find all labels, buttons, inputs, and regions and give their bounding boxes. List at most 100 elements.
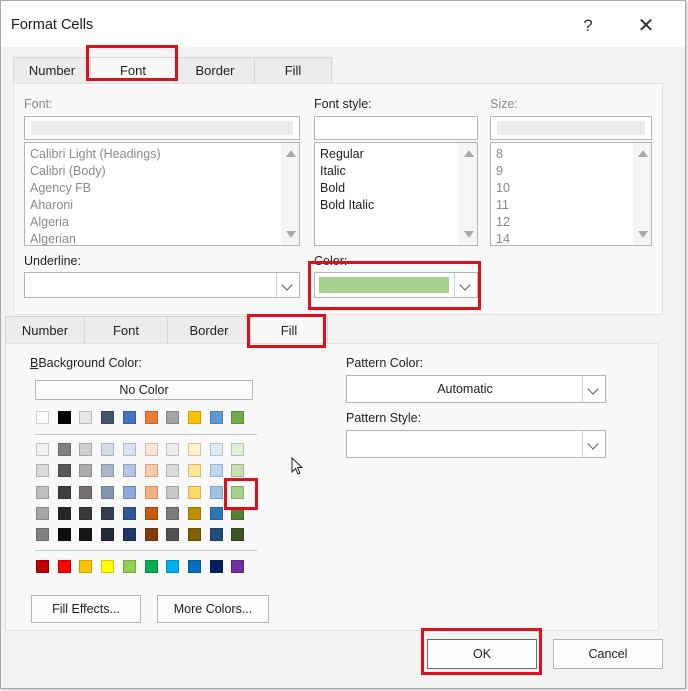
tint-color-swatch[interactable] [231, 528, 245, 542]
standard-color-swatch[interactable] [57, 560, 71, 573]
theme-color-swatch[interactable] [101, 411, 115, 424]
tint-color-swatch[interactable] [122, 506, 136, 520]
theme-color-swatch[interactable] [231, 411, 245, 424]
tint-color-swatch[interactable] [122, 485, 136, 499]
tint-color-swatch[interactable] [57, 464, 71, 478]
tint-color-swatch[interactable] [57, 506, 71, 520]
tab-font-top[interactable]: Font [90, 57, 176, 84]
tint-color-swatch[interactable] [231, 506, 245, 520]
more-colors-button[interactable]: More Colors... [157, 595, 269, 623]
font-style-item[interactable]: Bold [320, 181, 345, 195]
theme-color-swatch[interactable] [57, 411, 71, 424]
standard-color-swatch[interactable] [209, 560, 223, 573]
tint-color-swatch[interactable] [144, 528, 158, 542]
cancel-button[interactable]: Cancel [553, 639, 663, 669]
font-style-item[interactable]: Regular [320, 147, 364, 161]
tint-color-swatch[interactable] [57, 528, 71, 542]
tab-border[interactable]: Border [167, 316, 251, 345]
font-color-dropdown-arrow[interactable] [454, 273, 477, 297]
pattern-color-dropdown[interactable]: Automatic [346, 375, 606, 403]
size-item[interactable]: 9 [496, 164, 503, 178]
theme-color-swatch[interactable] [209, 411, 223, 424]
theme-color-swatch[interactable] [187, 411, 201, 424]
theme-color-swatch[interactable] [166, 411, 180, 424]
scroll-up-icon[interactable] [638, 150, 648, 157]
tint-color-swatch[interactable] [57, 443, 71, 456]
tint-color-swatch[interactable] [101, 528, 115, 542]
font-list[interactable]: Calibri Light (Headings) Calibri (Body) … [24, 142, 300, 246]
theme-color-swatch[interactable] [122, 411, 136, 424]
underline-dropdown-arrow[interactable] [276, 273, 299, 297]
no-color-button[interactable]: No Color [35, 380, 253, 400]
tint-color-swatch[interactable] [144, 464, 158, 478]
tint-color-swatch[interactable] [231, 464, 245, 478]
tint-color-swatch[interactable] [144, 443, 158, 456]
font-style-item[interactable]: Bold Italic [320, 198, 374, 212]
tint-color-swatch[interactable] [36, 464, 49, 478]
tint-color-swatch[interactable] [36, 485, 49, 499]
tint-color-swatch[interactable] [166, 464, 180, 478]
tab-border-top[interactable]: Border [175, 57, 255, 84]
tint-color-swatch[interactable] [187, 485, 201, 499]
tint-color-swatch[interactable] [36, 528, 49, 542]
fill-effects-button[interactable]: Fill Effects... [31, 595, 141, 623]
tint-color-swatch[interactable] [166, 506, 180, 520]
tint-color-swatch[interactable] [187, 464, 201, 478]
font-list-item[interactable]: Aharoni [30, 198, 73, 212]
tint-color-swatch[interactable] [144, 485, 158, 499]
help-button[interactable]: ? [571, 11, 605, 41]
tint-color-swatch[interactable] [209, 528, 223, 542]
scroll-down-icon[interactable] [638, 231, 648, 238]
standard-color-swatch[interactable] [187, 560, 201, 573]
font-style-item[interactable]: Italic [320, 164, 346, 178]
tint-color-swatch[interactable] [36, 443, 49, 456]
font-list-item[interactable]: Agency FB [30, 181, 91, 195]
scroll-down-icon[interactable] [286, 231, 296, 238]
font-list-item[interactable]: Algeria [30, 215, 69, 229]
tint-color-swatch[interactable] [231, 443, 245, 456]
ok-button[interactable]: OK [427, 639, 537, 669]
tint-color-swatch[interactable] [209, 464, 223, 478]
font-list-scrollbar[interactable] [281, 143, 299, 245]
tab-number-top[interactable]: Number [13, 57, 91, 84]
tab-fill-top[interactable]: Fill [254, 57, 332, 84]
tint-color-swatch[interactable] [36, 506, 49, 520]
standard-color-swatch[interactable] [166, 560, 180, 573]
tab-fill[interactable]: Fill [250, 316, 328, 345]
size-item[interactable]: 14 [496, 232, 510, 246]
tab-font[interactable]: Font [84, 316, 168, 345]
size-item[interactable]: 10 [496, 181, 510, 195]
scroll-up-icon[interactable] [286, 150, 296, 157]
size-item[interactable]: 12 [496, 215, 510, 229]
theme-color-swatch[interactable] [79, 411, 93, 424]
scroll-down-icon[interactable] [464, 231, 474, 238]
standard-color-swatch[interactable] [36, 560, 49, 573]
tint-color-swatch[interactable] [209, 485, 223, 499]
size-input[interactable] [490, 116, 652, 140]
tint-color-swatch[interactable] [187, 506, 201, 520]
pattern-color-dropdown-arrow[interactable] [582, 376, 605, 402]
tint-color-swatch[interactable] [166, 485, 180, 499]
standard-color-swatch[interactable] [231, 560, 245, 573]
standard-color-swatch[interactable] [101, 560, 115, 573]
tint-color-swatch[interactable] [79, 443, 93, 456]
size-item[interactable]: 11 [496, 198, 509, 212]
tint-color-swatch[interactable] [122, 528, 136, 542]
standard-color-swatch[interactable] [122, 560, 136, 573]
tint-color-swatch[interactable] [166, 528, 180, 542]
pattern-style-dropdown-arrow[interactable] [582, 431, 605, 457]
standard-color-swatch[interactable] [79, 560, 93, 573]
tint-color-swatch[interactable] [101, 443, 115, 456]
font-style-scrollbar[interactable] [459, 143, 477, 245]
tab-number[interactable]: Number [5, 316, 85, 345]
tint-color-swatch[interactable] [144, 506, 158, 520]
font-list-item[interactable]: Algerian [30, 232, 76, 246]
tint-color-swatch[interactable] [187, 443, 201, 456]
tint-color-swatch[interactable] [209, 443, 223, 456]
tint-color-swatch[interactable] [79, 464, 93, 478]
theme-color-swatch[interactable] [144, 411, 158, 424]
font-list-item[interactable]: Calibri (Body) [30, 164, 106, 178]
size-list-scrollbar[interactable] [633, 143, 651, 245]
tint-color-swatch[interactable] [122, 443, 136, 456]
tint-color-swatch[interactable] [79, 528, 93, 542]
